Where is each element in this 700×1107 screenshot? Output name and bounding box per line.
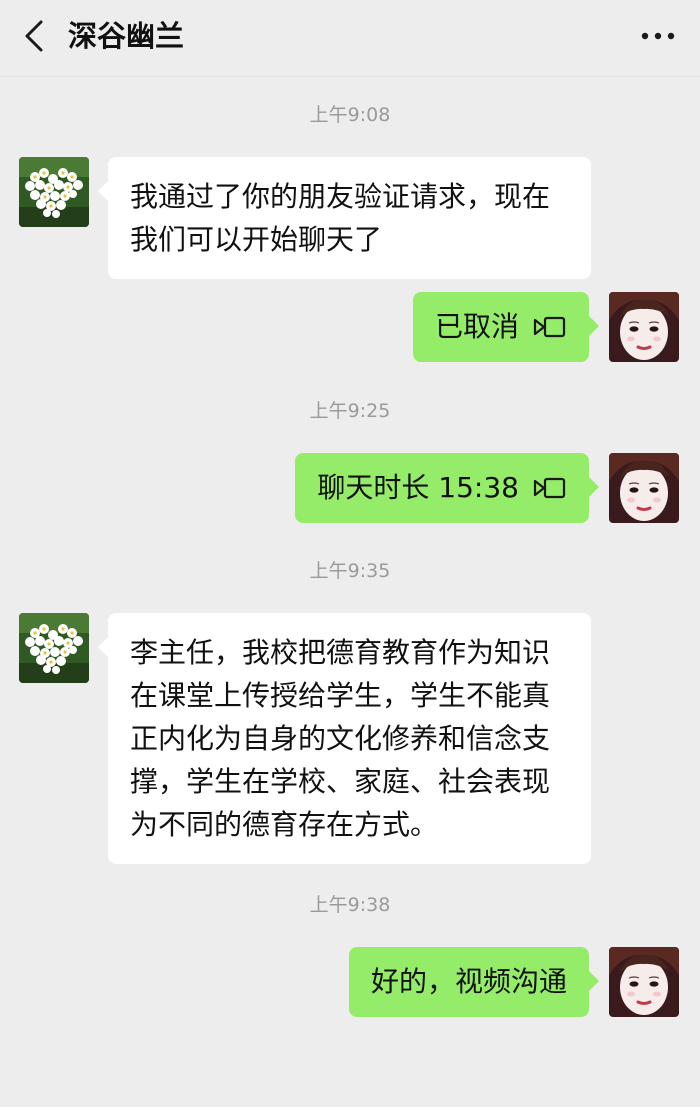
timestamp: 上午9:25 [309, 400, 391, 422]
timestamp: 上午9:35 [309, 560, 391, 582]
message-text: 李主任，我校把德育教育作为知识在课堂上传授给学生，学生不能真正内化为自身的文化修… [130, 636, 551, 841]
user-portrait-avatar-image [609, 292, 679, 362]
timestamp: 上午9:38 [309, 894, 391, 916]
user-portrait-avatar-image [609, 947, 679, 1017]
incoming-message-bubble[interactable]: 我通过了你的朋友验证请求，现在我们可以开始聊天了 [98, 157, 591, 279]
user-portrait-avatar-image [609, 453, 679, 523]
outgoing-call-bubble[interactable]: 已取消 [412, 292, 600, 362]
video-call-icon [533, 316, 567, 338]
chat-title: 深谷幽兰 [68, 19, 185, 53]
call-duration-text: 聊天时长 15:38 [317, 471, 519, 504]
chat-header: 深谷幽兰 [0, 0, 700, 77]
outgoing-call-bubble[interactable]: 聊天时长 15:38 [295, 453, 599, 523]
my-avatar[interactable] [609, 292, 679, 362]
contact-avatar[interactable] [19, 157, 89, 227]
my-avatar[interactable] [609, 947, 679, 1017]
contact-avatar[interactable] [19, 613, 89, 683]
more-options-button[interactable] [636, 22, 680, 50]
message-text: 好的，视频沟通 [370, 965, 567, 998]
message-text: 我通过了你的朋友验证请求，现在我们可以开始聊天了 [130, 180, 551, 256]
incoming-message-bubble[interactable]: 李主任，我校把德育教育作为知识在课堂上传授给学生，学生不能真正内化为自身的文化修… [98, 613, 591, 864]
more-dots-icon [641, 32, 675, 40]
my-avatar[interactable] [609, 453, 679, 523]
outgoing-message-bubble[interactable]: 好的，视频沟通 [348, 947, 600, 1017]
timestamp: 上午9:08 [309, 104, 391, 126]
daisy-heart-avatar-image [19, 613, 89, 683]
chevron-left-icon [25, 20, 43, 52]
video-call-icon [533, 477, 567, 499]
daisy-heart-avatar-image [19, 157, 89, 227]
call-status-text: 已取消 [434, 310, 519, 343]
back-button[interactable] [14, 16, 54, 56]
